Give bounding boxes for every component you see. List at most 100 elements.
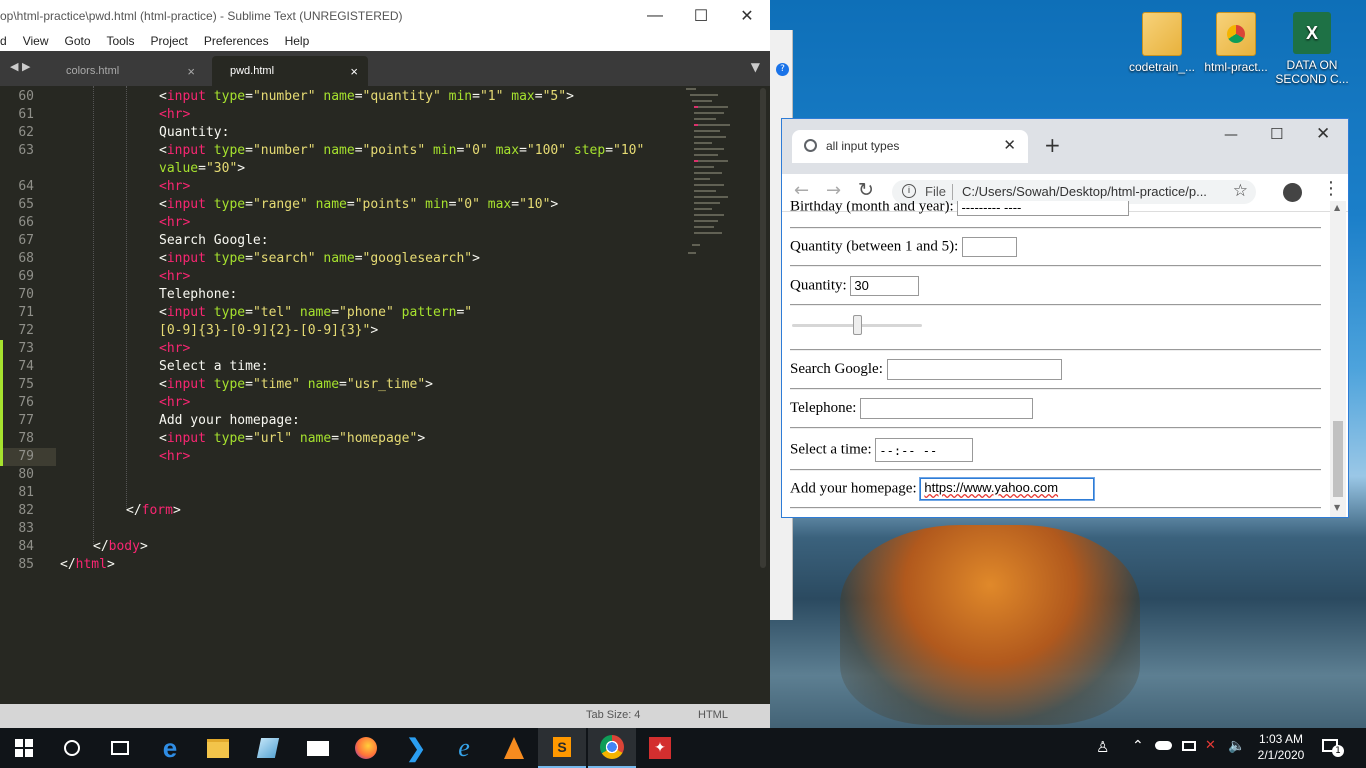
menu-item-preferences[interactable]: Preferences <box>204 34 269 48</box>
clock[interactable]: 1:03 AM 2/1/2020 <box>1252 731 1310 763</box>
menu-item-help[interactable]: Help <box>285 34 310 48</box>
desktop-icon-codetrain[interactable]: codetrain_... <box>1122 12 1202 74</box>
close-button[interactable]: ✕ <box>1316 124 1330 144</box>
task-view-button[interactable] <box>96 728 144 768</box>
taskbar-app-chrome[interactable] <box>588 728 636 768</box>
globe-icon <box>804 139 817 152</box>
code-editor[interactable]: 60 <input type="number" name="quantity" m… <box>0 86 760 704</box>
page-scrollbar[interactable]: ▲ ▼ <box>1330 201 1346 517</box>
telephone-input[interactable] <box>860 398 1034 419</box>
desktop-icon-label: DATA ON SECOND C... <box>1275 58 1349 86</box>
minimize-button[interactable]: — <box>1224 127 1238 143</box>
browser-tab[interactable]: all input types ✕ <box>792 130 1028 163</box>
more-menu-icon[interactable]: ⋮ <box>1322 178 1340 199</box>
scroll-down-icon[interactable]: ▼ <box>1334 503 1340 512</box>
taskbar-app-vlc[interactable] <box>490 728 538 768</box>
divider <box>790 265 1321 267</box>
close-tab-icon[interactable]: ✕ <box>1003 136 1016 154</box>
indent-guide <box>126 86 127 510</box>
help-icon: ? <box>776 63 789 76</box>
battery-icon[interactable] <box>1182 741 1196 751</box>
points-number-input[interactable]: 30 <box>850 276 920 296</box>
menu-item-tools[interactable]: Tools <box>107 34 135 48</box>
menu-item-project[interactable]: Project <box>151 34 188 48</box>
points-range-slider[interactable] <box>792 315 922 337</box>
tab-nav-arrows-icon[interactable]: ◀ ▶ <box>10 60 30 73</box>
google-search-input[interactable] <box>886 359 1062 380</box>
tab-dropdown-icon[interactable]: ▼ <box>751 60 760 74</box>
tab-size-indicator[interactable]: Tab Size: 4 <box>586 709 640 721</box>
birthday-month-input[interactable]: --------- ---- <box>957 201 1130 216</box>
quantity-number-input[interactable] <box>962 237 1018 257</box>
start-button[interactable] <box>0 728 48 768</box>
homepage-url-input[interactable]: https://www.yahoo.com <box>920 478 1095 500</box>
homepage-label: Add your homepage: <box>790 480 917 497</box>
editor-scrollbar[interactable] <box>760 88 766 568</box>
tag-name: input <box>166 143 206 158</box>
bookmark-star-icon[interactable]: ☆ <box>1233 181 1248 201</box>
taskbar-app-firefox[interactable] <box>342 728 390 768</box>
taskbar-app-sublime[interactable]: S <box>538 728 586 768</box>
time-input[interactable]: --:-- -- <box>875 438 974 462</box>
close-tab-icon[interactable]: × <box>350 64 358 79</box>
attr-value: "number" <box>252 89 316 104</box>
close-tab-icon[interactable]: × <box>187 64 195 79</box>
attr-value: "5" <box>542 89 567 104</box>
show-hidden-icons-icon[interactable]: ⌃ <box>1132 738 1144 754</box>
menu-item-goto[interactable]: Goto <box>64 34 90 48</box>
back-icon[interactable]: ← <box>794 180 809 201</box>
taskbar-app-edge[interactable]: e <box>146 728 194 768</box>
attr-value: " <box>464 305 473 320</box>
search-button[interactable] <box>48 728 96 768</box>
minimap[interactable] <box>684 86 732 266</box>
menu-item-view[interactable]: View <box>23 34 49 48</box>
desktop-icon-html-practice[interactable]: html-pract... <box>1196 12 1276 74</box>
line-number: 61 <box>18 107 34 122</box>
forward-icon[interactable]: → <box>826 180 841 201</box>
code-text: <hr> <box>159 215 191 230</box>
taskbar-app-mail[interactable] <box>294 728 342 768</box>
menu-item-selection[interactable]: d <box>0 34 7 48</box>
address-url: C:/Users/Sowah/Desktop/html-practice/p..… <box>962 184 1207 199</box>
info-icon: i <box>902 184 916 198</box>
attr-value: "30" <box>205 161 238 176</box>
taskbar-app-acrobat[interactable]: ✦ <box>636 728 684 768</box>
minimize-button[interactable]: — <box>632 7 678 25</box>
close-button[interactable]: ✕ <box>724 6 770 26</box>
volume-icon[interactable]: 🔈 <box>1228 738 1245 754</box>
attr-value: "quantity" <box>362 89 441 104</box>
line-number: 79 <box>18 449 34 464</box>
syntax-indicator[interactable]: HTML <box>698 709 728 721</box>
taskbar-app-file-explorer[interactable] <box>194 728 242 768</box>
tag-name: input <box>166 89 206 104</box>
form-row-telephone: Telephone: <box>790 398 1034 419</box>
maximize-button[interactable]: ☐ <box>1270 125 1283 143</box>
address-divider <box>952 184 953 200</box>
tab-pwd[interactable]: pwd.html × <box>212 56 368 86</box>
people-icon[interactable]: ♙ <box>1096 738 1109 756</box>
attr-name: max <box>487 197 512 212</box>
line-number: 74 <box>18 359 34 374</box>
line-number: 81 <box>18 485 34 500</box>
taskbar-app-vscode[interactable]: ❯ <box>392 728 440 768</box>
action-center-button[interactable]: 1 <box>1322 737 1344 757</box>
code-token: = <box>245 89 253 104</box>
new-tab-icon[interactable]: + <box>1044 133 1061 157</box>
taskbar: e ❯ e S ✦ ♙ ⌃ ✕ 🔈 1:03 AM 2/1/2020 1 <box>0 728 1366 768</box>
taskbar-app-internet-explorer[interactable]: e <box>440 728 488 768</box>
network-disconnected-icon[interactable]: ✕ <box>1205 738 1216 753</box>
attr-value: "points" <box>362 143 426 158</box>
attr-value: "number" <box>252 143 316 158</box>
scroll-thumb[interactable] <box>1333 421 1343 497</box>
profile-avatar-icon[interactable] <box>1283 183 1302 202</box>
reload-icon[interactable]: ↻ <box>858 179 874 201</box>
line-number: 62 <box>18 125 34 140</box>
onedrive-icon[interactable] <box>1155 741 1172 750</box>
taskbar-app-notepad[interactable] <box>244 728 292 768</box>
tab-colors[interactable]: colors.html × <box>50 56 205 86</box>
desktop-icon-data-on-second[interactable]: X DATA ON SECOND C... <box>1270 12 1354 86</box>
maximize-button[interactable]: ☐ <box>678 6 724 26</box>
scroll-up-icon[interactable]: ▲ <box>1334 203 1340 212</box>
slider-thumb[interactable] <box>853 315 862 335</box>
line-number: 70 <box>18 287 34 302</box>
